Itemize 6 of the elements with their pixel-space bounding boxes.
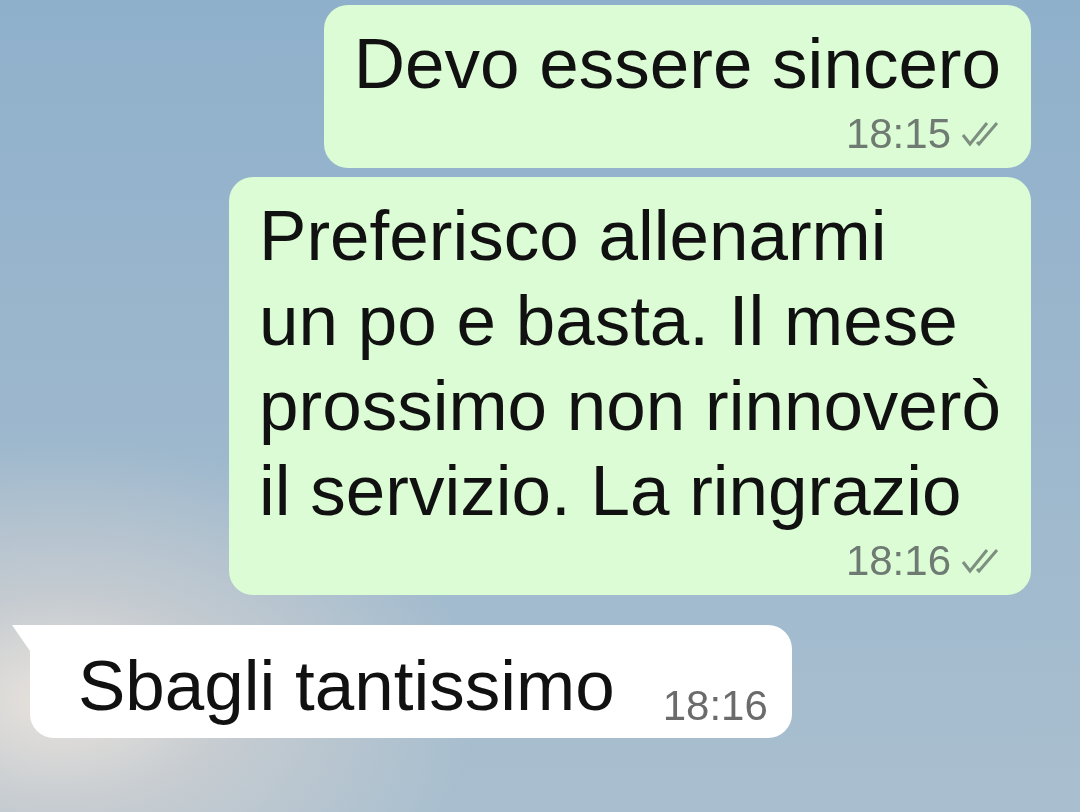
message-text: Devo essere sincero <box>353 23 1001 105</box>
message-time: 18:15 <box>845 112 951 156</box>
message-time: 18:16 <box>662 684 768 728</box>
message-text: Sbagli tantissimo <box>78 645 615 727</box>
message-time: 18:16 <box>845 539 951 583</box>
message-text: Preferisco allenarmi un po e basta. Il mese prossimo non rinnoverò il servizio. La ringrazio <box>259 195 1001 532</box>
